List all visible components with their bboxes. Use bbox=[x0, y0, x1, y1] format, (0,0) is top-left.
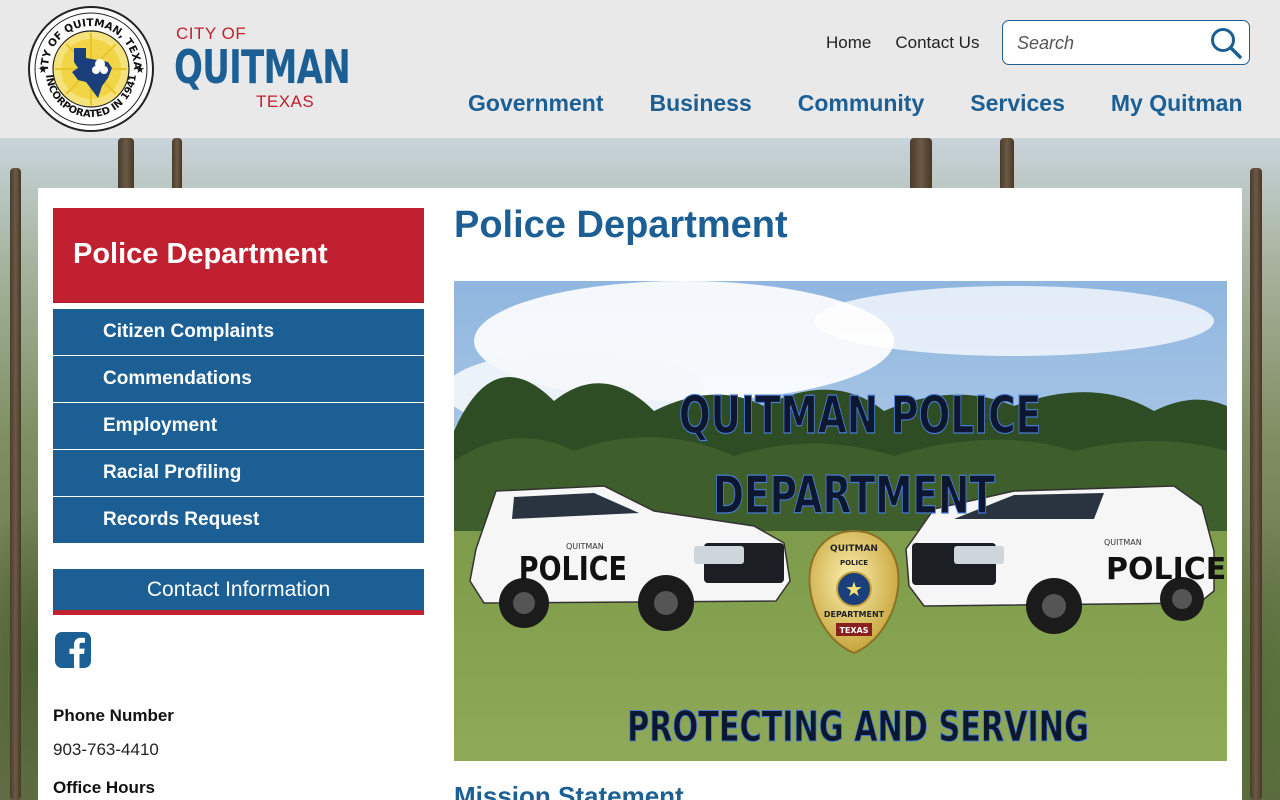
nav-my-quitman[interactable]: My Quitman bbox=[1111, 90, 1243, 117]
search-box bbox=[1002, 20, 1250, 65]
nav-services[interactable]: Services bbox=[970, 90, 1065, 117]
nav-business[interactable]: Business bbox=[649, 90, 751, 117]
search-input[interactable] bbox=[1017, 30, 1203, 56]
mission-statement-heading: Mission Statement bbox=[454, 781, 684, 800]
utility-links: Home Contact Us bbox=[826, 33, 979, 53]
seal-star-left: ★ bbox=[38, 64, 48, 76]
badge-mid-text: POLICE bbox=[840, 559, 868, 567]
badge-dept-text: DEPARTMENT bbox=[824, 610, 885, 619]
content-card: Police Department Citizen Complaints Com… bbox=[38, 188, 1242, 800]
tree-trunk bbox=[10, 168, 21, 800]
sidebar-item-employment[interactable]: Employment bbox=[53, 403, 424, 449]
page-title: Police Department bbox=[454, 204, 788, 246]
office-hours-label: Office Hours bbox=[53, 778, 156, 797]
sidebar-item-citizen-complaints[interactable]: Citizen Complaints bbox=[53, 309, 424, 355]
logo-quitman: QUITMAN bbox=[174, 40, 351, 94]
seal-star-right: ★ bbox=[135, 64, 145, 76]
phone-label: Phone Number bbox=[53, 706, 174, 725]
contact-us-link[interactable]: Contact Us bbox=[895, 33, 979, 53]
sidebar-nav: Citizen Complaints Commendations Employm… bbox=[53, 309, 424, 544]
contact-information-heading: Contact Information bbox=[53, 569, 424, 615]
police-department-hero-image: POLICE QUITMAN POLICE QUITMAN ★ QUITMAN … bbox=[454, 281, 1227, 761]
right-vehicle-quitman-text: QUITMAN bbox=[1104, 538, 1142, 547]
city-wordmark-logo[interactable]: CITY OF QUITMAN TEXAS bbox=[174, 22, 351, 114]
search-icon[interactable] bbox=[1209, 26, 1243, 60]
badge-top-text: QUITMAN bbox=[830, 544, 878, 554]
hero-line-quitman-police: QUITMAN POLICE bbox=[679, 385, 1041, 446]
right-vehicle-police-text: POLICE bbox=[1106, 552, 1226, 587]
left-vehicle-police-text: POLICE bbox=[519, 551, 627, 589]
hero-line-protecting-serving: PROTECTING AND SERVING bbox=[627, 702, 1089, 751]
facebook-icon[interactable] bbox=[55, 632, 91, 668]
sidebar-title-block: Police Department bbox=[53, 208, 424, 303]
sidebar-item-commendations[interactable]: Commendations bbox=[53, 356, 424, 402]
home-link[interactable]: Home bbox=[826, 33, 871, 53]
site-header: CITY OF QUITMAN, TEXAS INCORPORATED IN 1… bbox=[0, 0, 1280, 138]
logo-texas: TEXAS bbox=[256, 92, 315, 111]
phone-number[interactable]: 903-763-4410 bbox=[53, 740, 159, 760]
hero-line-department: DEPARTMENT bbox=[713, 465, 995, 526]
sidebar-item-racial-profiling[interactable]: Racial Profiling bbox=[53, 450, 424, 496]
sidebar-item-records-request[interactable]: Records Request bbox=[53, 497, 424, 543]
badge-star: ★ bbox=[845, 579, 863, 601]
sidebar-title: Police Department bbox=[73, 238, 328, 270]
left-vehicle-quitman-text: QUITMAN bbox=[566, 542, 604, 551]
tree-trunk bbox=[1250, 168, 1262, 800]
nav-government[interactable]: Government bbox=[468, 90, 603, 117]
main-navigation: Government Business Community Services M… bbox=[468, 90, 1243, 117]
nav-community[interactable]: Community bbox=[798, 90, 925, 117]
badge-state-text: TEXAS bbox=[839, 626, 868, 635]
city-seal-logo[interactable]: CITY OF QUITMAN, TEXAS INCORPORATED IN 1… bbox=[28, 6, 154, 132]
